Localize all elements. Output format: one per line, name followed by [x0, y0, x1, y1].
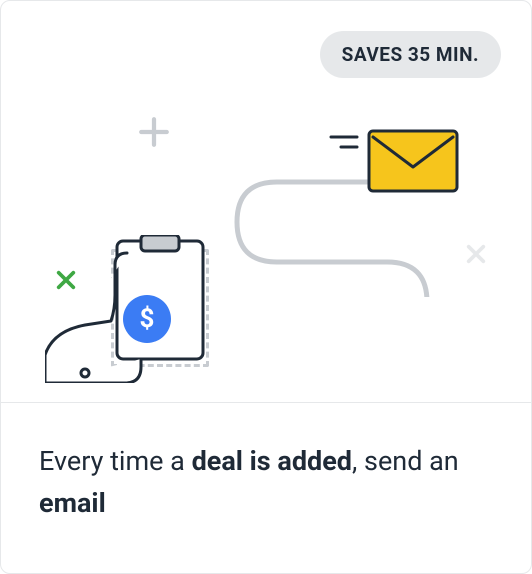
caption-mid: , send an	[352, 445, 459, 477]
caption-bold1: deal is added	[192, 445, 352, 477]
automation-description: Every time a deal is added, send an emai…	[1, 402, 531, 573]
sparkle-grey-icon	[465, 243, 487, 265]
motion-lines-icon	[329, 133, 359, 153]
caption-bold2: email	[39, 487, 106, 519]
caption-pre: Every time a	[39, 445, 192, 477]
automation-card[interactable]: SAVES 35 MIN.	[0, 0, 532, 574]
dollar-coin-icon: $	[123, 295, 171, 343]
dollar-glyph: $	[140, 304, 155, 334]
email-icon	[367, 129, 459, 193]
plus-decor-icon	[137, 115, 171, 149]
illustration: $	[1, 1, 531, 383]
